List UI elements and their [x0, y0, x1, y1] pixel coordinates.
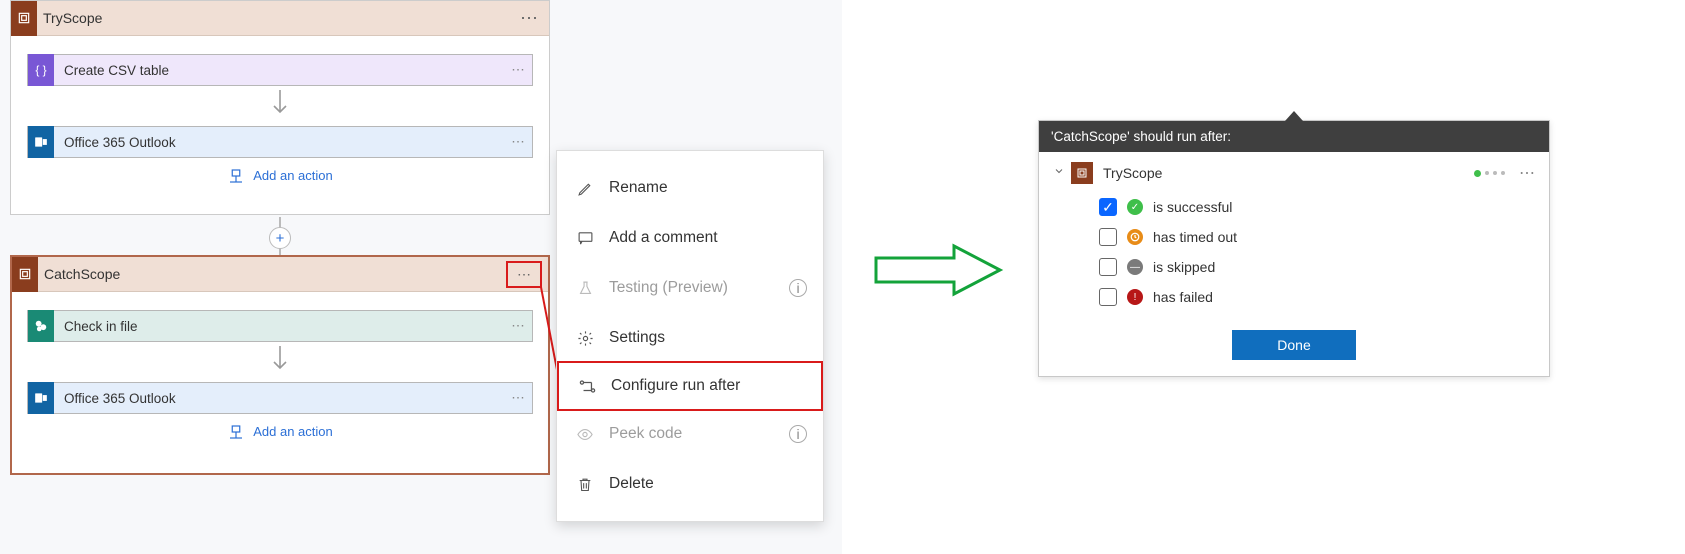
scope-title: CatchScope: [38, 266, 548, 282]
action-menu-button[interactable]: ⋯: [504, 390, 532, 406]
add-action-button[interactable]: Add an action: [26, 424, 534, 439]
info-icon[interactable]: i: [789, 279, 807, 297]
action-menu-button[interactable]: ⋯: [504, 62, 532, 78]
info-icon[interactable]: i: [789, 425, 807, 443]
option-label: has timed out: [1153, 229, 1237, 245]
scope-icon: [11, 1, 37, 36]
checkbox[interactable]: ✓: [1099, 198, 1117, 216]
scope-title: TryScope: [37, 10, 509, 26]
menu-item-label: Delete: [609, 475, 654, 493]
menu-item-rename[interactable]: Rename: [557, 163, 823, 213]
scope-tryscope: TryScope ⋯ { } Create CSV table ⋯ Office…: [10, 0, 550, 215]
option-has-timed-out[interactable]: has timed out: [1099, 222, 1539, 252]
add-action-button[interactable]: Add an action: [25, 168, 535, 183]
action-office-365-outlook[interactable]: Office 365 Outlook ⋯: [27, 126, 533, 158]
sharepoint-icon: [28, 310, 54, 342]
outlook-icon: [28, 382, 54, 414]
connector-arrow-icon: [26, 346, 534, 374]
run-after-source-row[interactable]: TryScope ⋯: [1039, 152, 1549, 188]
action-create-csv-table[interactable]: { } Create CSV table ⋯: [27, 54, 533, 86]
run-after-icon: [577, 378, 597, 395]
eye-icon: [575, 426, 595, 443]
menu-item-testing: Testing (Preview) i: [557, 263, 823, 313]
add-action-label: Add an action: [253, 424, 333, 439]
action-check-in-file[interactable]: Check in file ⋯: [27, 310, 533, 342]
action-office-365-outlook[interactable]: Office 365 Outlook ⋯: [27, 382, 533, 414]
action-label: Check in file: [54, 319, 504, 334]
option-label: has failed: [1153, 289, 1213, 305]
scope-connector: +: [269, 217, 291, 255]
action-label: Office 365 Outlook: [54, 135, 504, 150]
menu-item-label: Settings: [609, 329, 665, 347]
status-timeout-icon: [1127, 229, 1143, 245]
menu-item-label: Testing (Preview): [609, 279, 728, 297]
scope-header-catchscope[interactable]: CatchScope ⋯: [12, 257, 548, 292]
scope-menu-button-highlighted[interactable]: ⋯: [506, 261, 542, 288]
status-success-icon: ✓: [1127, 199, 1143, 215]
add-action-label: Add an action: [253, 168, 333, 183]
flask-icon: [575, 280, 595, 297]
action-label: Create CSV table: [54, 63, 504, 78]
checkbox[interactable]: [1099, 258, 1117, 276]
menu-item-configure-run-after[interactable]: Configure run after: [557, 361, 823, 411]
annotation-arrow-icon: [874, 240, 1004, 300]
data-operations-icon: { }: [28, 54, 54, 86]
run-after-panel: 'CatchScope' should run after: TryScope …: [1038, 120, 1550, 377]
menu-item-label: Add a comment: [609, 229, 718, 247]
trash-icon: [575, 476, 595, 493]
menu-item-label: Peek code: [609, 425, 682, 443]
scope-catchscope: CatchScope ⋯ Check in file ⋯ Office 365 …: [10, 255, 550, 475]
connector-arrow-icon: [25, 90, 535, 118]
gear-icon: [575, 330, 595, 347]
source-label: TryScope: [1103, 165, 1474, 181]
context-menu: Rename Add a comment Testing (Preview) i…: [556, 150, 824, 522]
status-failed-icon: !: [1127, 289, 1143, 305]
checkbox[interactable]: [1099, 288, 1117, 306]
row-menu-button[interactable]: ⋯: [1509, 163, 1535, 183]
menu-item-add-comment[interactable]: Add a comment: [557, 213, 823, 263]
chevron-down-icon[interactable]: [1053, 164, 1071, 182]
menu-item-label: Configure run after: [611, 377, 740, 395]
option-label: is successful: [1153, 199, 1232, 215]
scope-icon: [12, 257, 38, 292]
status-indicator: [1474, 170, 1505, 177]
done-button[interactable]: Done: [1232, 330, 1356, 360]
menu-item-settings[interactable]: Settings: [557, 313, 823, 363]
action-label: Office 365 Outlook: [54, 391, 504, 406]
action-menu-button[interactable]: ⋯: [504, 134, 532, 150]
flow-designer-canvas: TryScope ⋯ { } Create CSV table ⋯ Office…: [0, 0, 842, 554]
option-label: is skipped: [1153, 259, 1215, 275]
insert-step-button[interactable]: +: [269, 227, 291, 249]
panel-pointer-icon: [1285, 111, 1303, 121]
scope-menu-button[interactable]: ⋯: [509, 8, 549, 29]
checkbox[interactable]: [1099, 228, 1117, 246]
option-is-skipped[interactable]: — is skipped: [1099, 252, 1539, 282]
option-is-successful[interactable]: ✓ ✓ is successful: [1099, 192, 1539, 222]
outlook-icon: [28, 126, 54, 158]
menu-item-label: Rename: [609, 179, 668, 197]
scope-icon: [1071, 162, 1093, 184]
panel-header: 'CatchScope' should run after:: [1039, 121, 1549, 152]
status-skipped-icon: —: [1127, 259, 1143, 275]
menu-item-peek-code: Peek code i: [557, 409, 823, 459]
menu-item-delete[interactable]: Delete: [557, 459, 823, 509]
comment-icon: [575, 230, 595, 247]
action-menu-button[interactable]: ⋯: [504, 318, 532, 334]
pencil-icon: [575, 180, 595, 197]
option-has-failed[interactable]: ! has failed: [1099, 282, 1539, 312]
scope-header-tryscope[interactable]: TryScope ⋯: [11, 1, 549, 36]
